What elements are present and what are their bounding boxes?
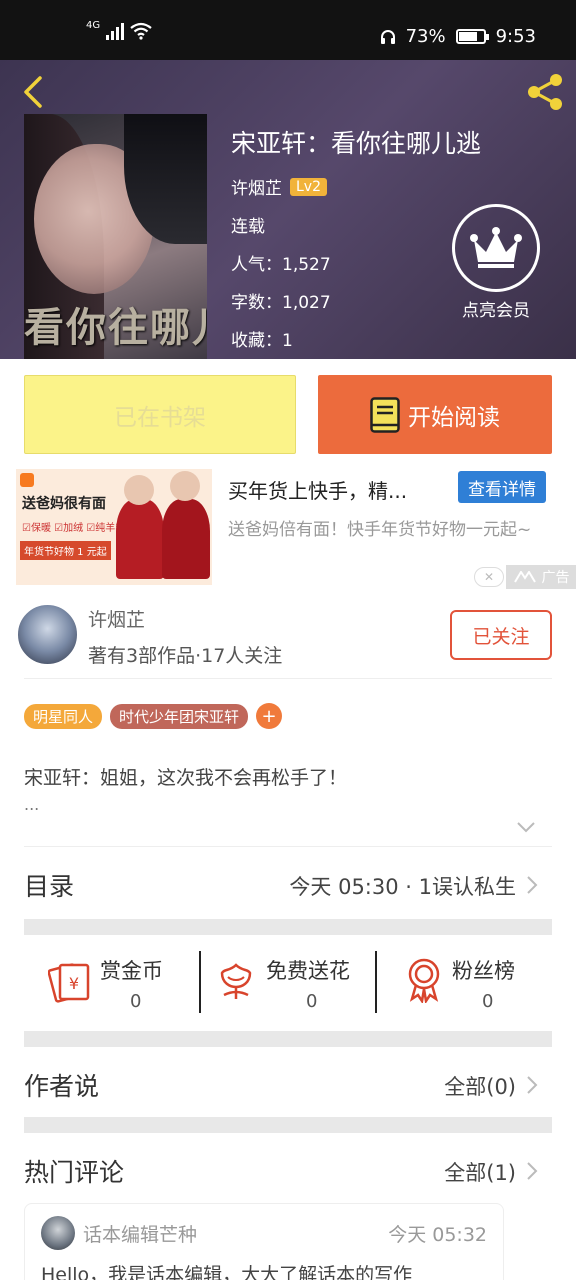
stat-separator <box>199 951 201 1013</box>
catalog-title[interactable]: 目录 <box>24 867 74 903</box>
hot-comments-all-link[interactable]: 全部(1) <box>444 1157 516 1187</box>
expand-chevron-down-icon[interactable] <box>516 821 536 833</box>
cover-caption: 看你往哪儿 <box>24 304 207 351</box>
comment-text: Hello，我是话本编辑，大大了解话本的写作 <box>41 1264 413 1280</box>
flower-icon <box>220 963 252 999</box>
book-cover[interactable]: 看你往哪儿 <box>24 114 207 359</box>
in-bookshelf-button[interactable]: 已在书架 <box>24 375 296 454</box>
book-details: 许烟芷 著有3部作品·17人关注 已关注 明星同人 时代少年团宋亚轩 + 宋亚轩… <box>0 593 576 1280</box>
author-says-title[interactable]: 作者说 <box>24 1067 99 1103</box>
ad-description: 送爸妈倍有面！快手年货节好物一元起~ <box>228 520 532 540</box>
start-reading-label: 开始阅读 <box>408 404 500 431</box>
free-flower-value: 0 <box>306 991 318 1012</box>
hot-comments-title[interactable]: 热门评论 <box>24 1153 124 1189</box>
ad-image-headline: 送爸妈很有面 <box>22 496 106 512</box>
ad-model-head-left <box>124 475 154 505</box>
section-separator <box>24 1117 552 1133</box>
clock: 9:53 <box>495 26 536 47</box>
divider <box>24 678 552 679</box>
ad-model-head-right <box>170 471 200 501</box>
fan-ranking-medal-icon <box>408 958 440 1003</box>
book-icon <box>370 396 400 433</box>
ad-image-features: ☑保暖 ☑加绒 ☑纯羊毛 <box>22 523 126 534</box>
fan-ranking-value: 0 <box>482 991 494 1012</box>
battery-percent: 73% <box>405 26 446 47</box>
book-title: 宋亚轩：看你往哪儿逃 <box>231 129 482 158</box>
comment-card[interactable]: 话本编辑芒种 今天 05:32 Hello，我是话本编辑，大大了解话本的写作 <box>24 1203 504 1280</box>
author-level-badge: Lv2 <box>290 177 327 196</box>
book-author-row[interactable]: 许烟芷 Lv2 <box>231 174 327 199</box>
intro-ellipsis: ... <box>24 795 40 814</box>
book-intro: 宋亚轩：姐姐，这次我不会再松手了！ <box>24 767 348 789</box>
headphone-icon <box>380 29 395 44</box>
battery-fill <box>458 32 477 41</box>
tag-list: 明星同人 时代少年团宋亚轩 + <box>24 703 283 729</box>
status-bar: 4G 73% 9:53 <box>0 0 576 60</box>
tag-chip[interactable]: 明星同人 <box>24 703 103 729</box>
battery-icon <box>455 29 489 44</box>
reward-coin-button[interactable]: ¥ 赏金币 0 <box>48 949 188 1019</box>
stat-separator <box>375 951 377 1013</box>
author-avatar[interactable] <box>16 603 79 666</box>
ad-logo-icon <box>513 571 536 583</box>
ad-model-right <box>162 499 210 579</box>
author-name[interactable]: 许烟芷 <box>88 605 145 632</box>
section-separator <box>24 919 552 935</box>
catalog-latest-chapter[interactable]: 今天 05:30 · 1误认私生 <box>289 871 516 901</box>
network-type: 4G <box>86 19 101 31</box>
author-says-all-link[interactable]: 全部(0) <box>444 1071 516 1101</box>
ad-banner[interactable]: 送爸妈很有面 ☑保暖 ☑加绒 ☑纯羊毛 年货节好物 1 元起 买年货上快手，精.… <box>0 469 576 593</box>
start-reading-button[interactable]: 开始阅读 <box>318 375 552 454</box>
book-author-name[interactable]: 许烟芷 <box>231 174 282 199</box>
vip-label: 点亮会员 <box>462 301 530 321</box>
book-header: 看你往哪儿 宋亚轩：看你往哪儿逃 许烟芷 Lv2 连载 人气：1,527 字数：… <box>0 60 576 359</box>
book-word-count: 字数：1,027 <box>231 293 331 313</box>
ad-model-left <box>116 499 164 579</box>
follow-button[interactable]: 已关注 <box>450 610 552 660</box>
free-flower-label: 免费送花 <box>266 959 350 983</box>
fan-ranking-label: 粉丝榜 <box>452 959 515 983</box>
ad-close-button[interactable]: ✕ <box>474 567 504 587</box>
divider <box>24 846 552 847</box>
ad-tag-label: 广告 <box>541 570 570 586</box>
book-popularity: 人气：1,527 <box>231 255 331 275</box>
ad-tag: 广告 <box>506 565 576 589</box>
ad-detail-button[interactable]: 查看详情 <box>458 471 546 503</box>
crown-icon <box>452 204 540 292</box>
ad-image-promo: 年货节好物 1 元起 <box>20 541 111 560</box>
reward-coin-icon: ¥ <box>48 963 90 1003</box>
commenter-name[interactable]: 话本编辑芒种 <box>83 1220 197 1247</box>
commenter-avatar[interactable] <box>41 1216 75 1250</box>
back-chevron-icon[interactable] <box>16 72 56 112</box>
catalog-chevron-right-icon[interactable] <box>526 875 538 895</box>
fan-ranking-button[interactable]: 粉丝榜 0 <box>404 949 544 1019</box>
book-status: 连载 <box>231 217 265 237</box>
author-says-chevron-right-icon[interactable] <box>526 1075 538 1095</box>
ad-image[interactable]: 送爸妈很有面 ☑保暖 ☑加绒 ☑纯羊毛 年货节好物 1 元起 <box>16 469 212 585</box>
ad-title[interactable]: 买年货上快手，精... <box>228 475 407 504</box>
svg-text:¥: ¥ <box>69 974 79 993</box>
comment-time: 今天 05:32 <box>388 1224 487 1246</box>
wifi-icon <box>130 22 152 40</box>
share-icon[interactable] <box>522 72 566 112</box>
network-indicators: 4G <box>86 19 152 40</box>
section-separator <box>24 1031 552 1047</box>
book-favorites: 收藏：1 <box>231 331 293 351</box>
tag-chip[interactable]: 时代少年团宋亚轩 <box>110 703 249 729</box>
add-tag-button[interactable]: + <box>256 703 283 729</box>
reward-coin-label: 赏金币 <box>100 959 163 983</box>
hot-comments-chevron-right-icon[interactable] <box>526 1161 538 1181</box>
free-flower-button[interactable]: 免费送花 0 <box>214 949 364 1019</box>
action-bar: 已在书架 开始阅读 <box>0 359 576 469</box>
kuaishou-logo-icon <box>20 473 34 487</box>
signal-icon <box>106 22 125 40</box>
author-stats: 著有3部作品·17人关注 <box>88 645 283 667</box>
system-indicators: 73% 9:53 <box>380 26 536 47</box>
reward-coin-value: 0 <box>130 991 142 1012</box>
vip-member-button[interactable]: 点亮会员 <box>452 204 540 321</box>
